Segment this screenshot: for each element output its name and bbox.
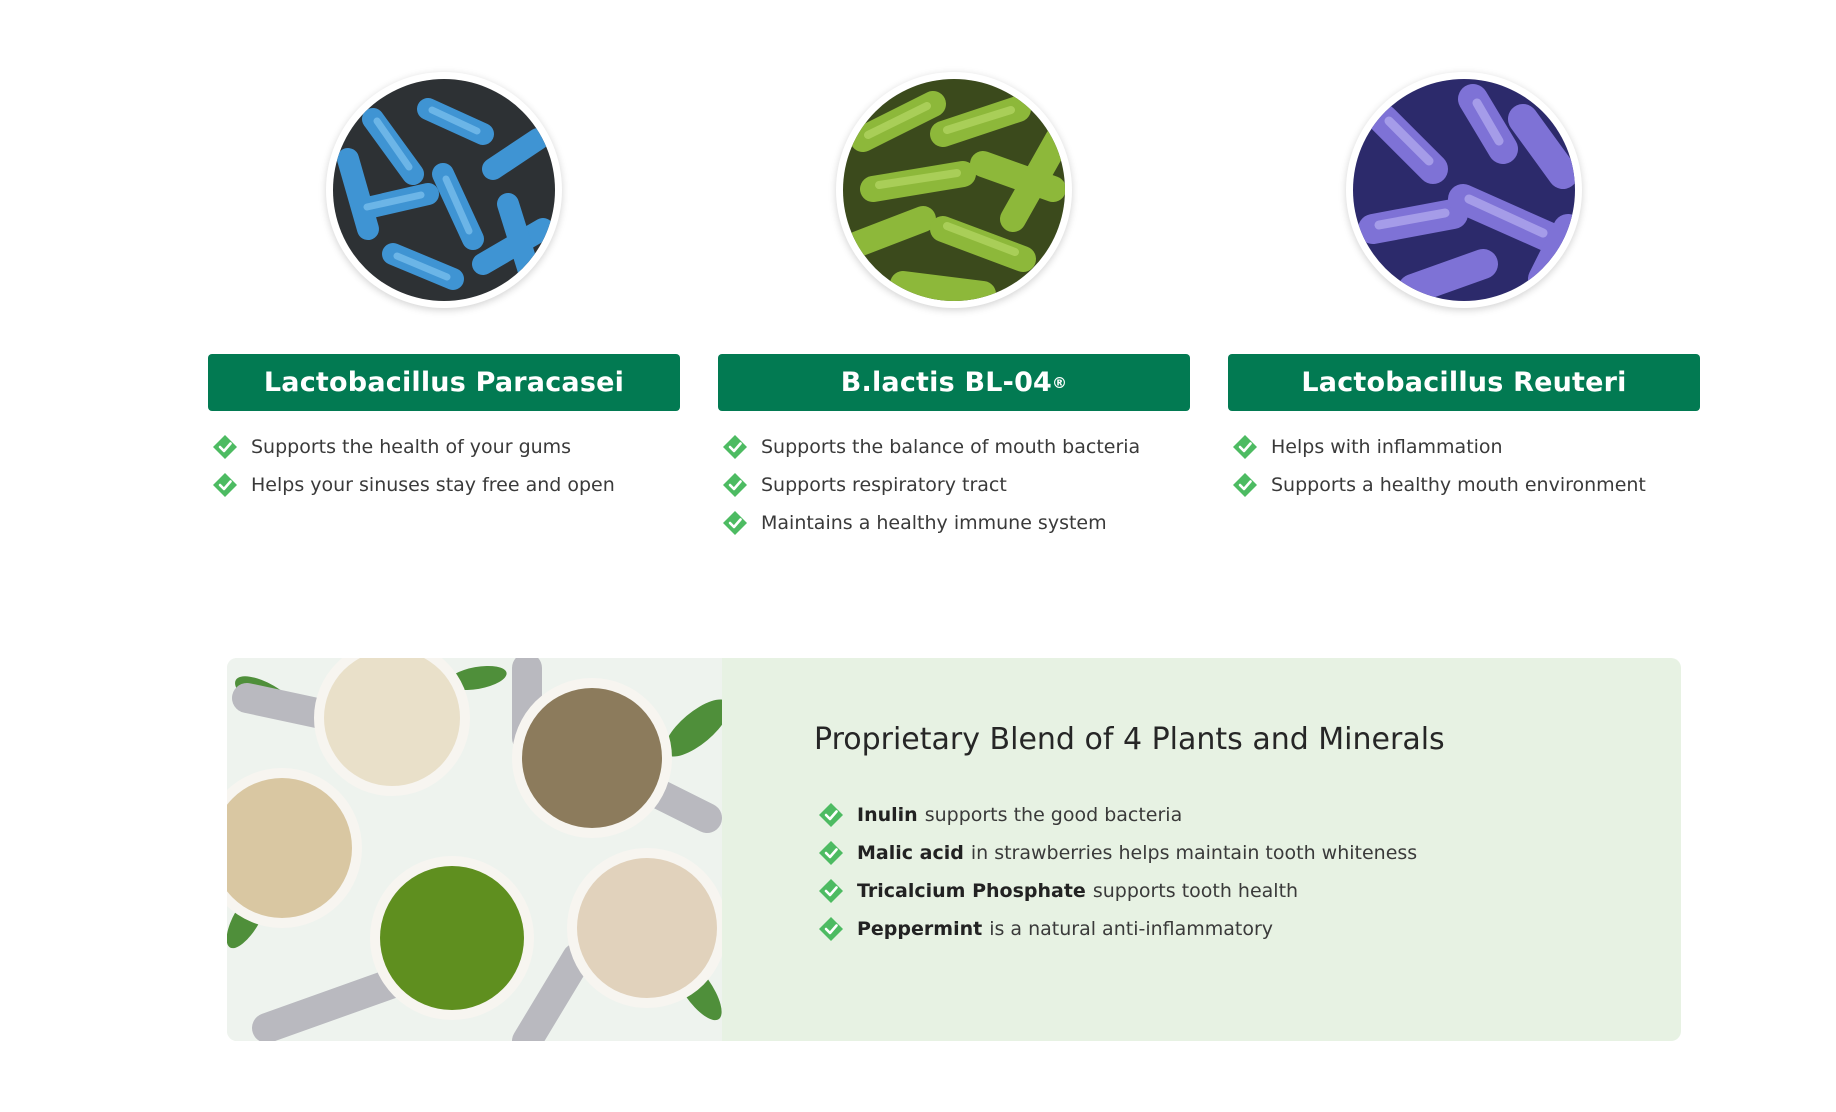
benefit-item: Supports a healthy mouth environment [1232,466,1646,504]
ingredient-description: supports tooth health [1092,880,1299,902]
ingredient-name: Inulin [857,804,918,826]
check-diamond-icon [722,510,748,536]
check-diamond-icon [818,916,844,942]
check-diamond-icon [212,472,238,498]
check-diamond-icon [722,434,748,460]
benefit-item: Supports the health of your gums [212,428,615,466]
probiotic-image-frame [1346,72,1582,308]
blend-ingredient-list: Inulin supports the good bacteria Malic … [818,796,1417,948]
benefit-item: Supports respiratory tract [722,466,1140,504]
benefit-item: Maintains a healthy immune system [722,504,1140,542]
purple-bacteria-image [1353,79,1575,301]
probiotics-section: Lactobacillus Paracasei Supports the hea… [0,0,1836,560]
benefit-item: Helps your sinuses stay free and open [212,466,615,504]
ingredient-item: Malic acid in strawberries helps maintai… [818,834,1417,872]
check-diamond-icon [818,802,844,828]
check-diamond-icon [1232,472,1258,498]
ingredient-description: supports the good bacteria [924,804,1183,826]
check-diamond-icon [722,472,748,498]
green-bacteria-image [843,79,1065,301]
blend-title: Proprietary Blend of 4 Plants and Minera… [814,722,1445,757]
benefit-list: Supports the health of your gums Helps y… [212,428,615,504]
benefit-item: Helps with inflammation [1232,428,1646,466]
probiotic-title: Lactobacillus Reuteri [1228,354,1700,411]
check-diamond-icon [1232,434,1258,460]
probiotic-title: B.lactis BL-04 ® [718,354,1190,411]
ingredient-name: Tricalcium Phosphate [857,880,1086,902]
ingredient-item: Tricalcium Phosphate supports tooth heal… [818,872,1417,910]
ingredient-name: Peppermint [857,918,983,940]
proprietary-blend-panel: Proprietary Blend of 4 Plants and Minera… [227,658,1681,1041]
blue-bacteria-image [333,79,555,301]
check-diamond-icon [818,840,844,866]
benefit-item: Supports the balance of mouth bacteria [722,428,1140,466]
ingredient-description: is a natural anti-inflammatory [989,918,1274,940]
probiotic-image-frame [326,72,562,308]
check-diamond-icon [212,434,238,460]
ingredient-item: Peppermint is a natural anti-inflammator… [818,910,1417,948]
benefit-list: Helps with inflammation Supports a healt… [1232,428,1646,504]
check-diamond-icon [818,878,844,904]
benefit-list: Supports the balance of mouth bacteria S… [722,428,1140,542]
ingredient-item: Inulin supports the good bacteria [818,796,1417,834]
ingredient-name: Malic acid [857,842,964,864]
probiotic-image-frame [836,72,1072,308]
probiotic-title: Lactobacillus Paracasei [208,354,680,411]
ingredient-description: in strawberries helps maintain tooth whi… [970,842,1418,864]
powder-scoops-image [227,658,722,1041]
